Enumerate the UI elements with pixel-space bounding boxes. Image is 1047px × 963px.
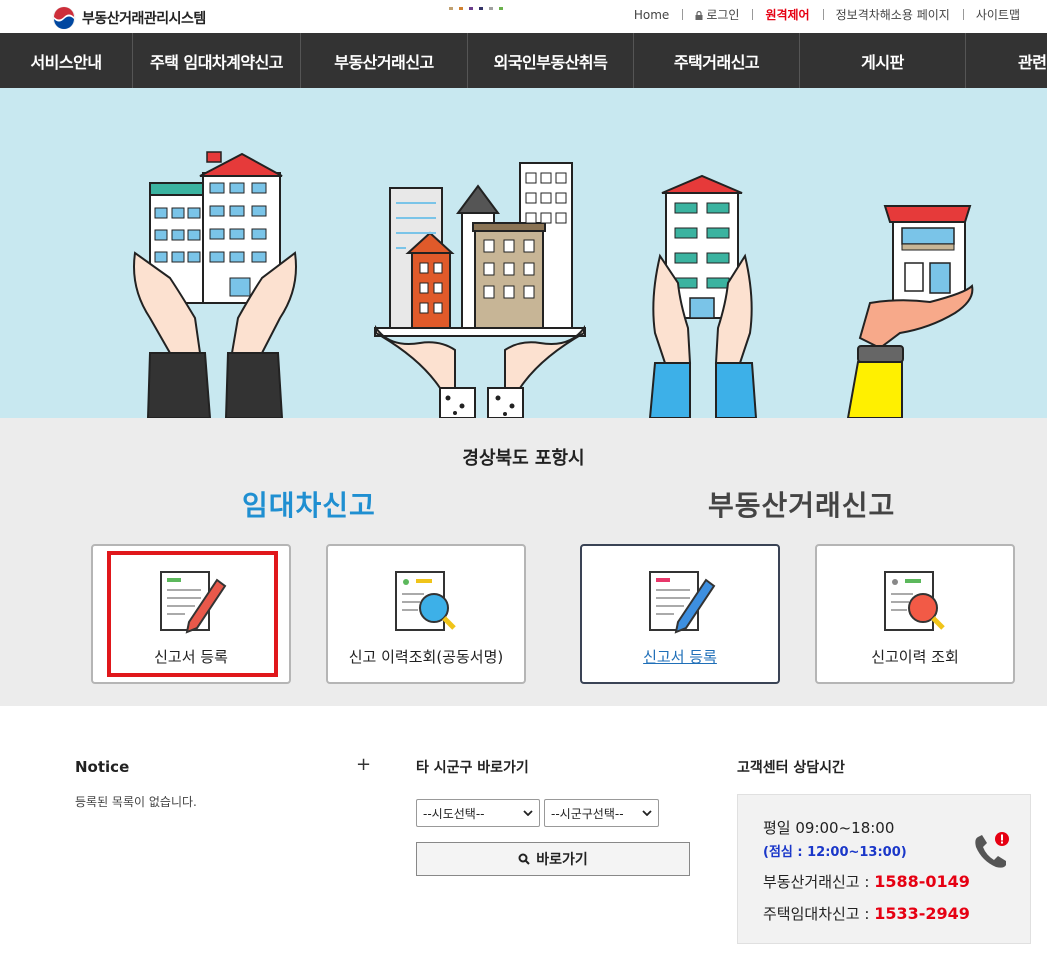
- trade-history-label: 신고이력 조회: [871, 648, 959, 666]
- notice-title: Notice: [75, 758, 130, 776]
- utility-links: Home 로그인 원격제어 정보격차해소용 페이지 사이트맵: [621, 6, 1033, 23]
- go-button-label: 바로가기: [536, 852, 588, 868]
- search-icon: [518, 853, 530, 865]
- go-button[interactable]: 바로가기: [416, 842, 690, 876]
- login-label: 로그인: [706, 8, 740, 22]
- document-search-icon: [884, 571, 945, 631]
- nav-related[interactable]: 관련: [966, 33, 1047, 88]
- color-dot: [489, 7, 493, 10]
- nav-foreigner-acquisition[interactable]: 외국인부동산취득: [468, 33, 634, 88]
- trade-section-title: 부동산거래신고: [708, 489, 896, 522]
- trade-history-card[interactable]: 신고이력 조회: [815, 544, 1015, 684]
- trade-register-card[interactable]: 신고서 등록: [580, 544, 780, 684]
- government-emblem-icon: [52, 6, 76, 30]
- sitemap-link[interactable]: 사이트맵: [962, 6, 1033, 23]
- region-title: 경상북도 포항시: [462, 448, 585, 469]
- color-dot: [479, 7, 483, 10]
- nav-realestate-report[interactable]: 부동산거래신고: [301, 33, 468, 88]
- sido-select-value: --시도선택--: [423, 806, 485, 821]
- trade-phone-number[interactable]: 1588-0149: [874, 872, 970, 891]
- lease-section-title: 임대차신고: [242, 489, 376, 522]
- lease-phone-line: 주택임대차신고 : 1533-2949: [763, 903, 970, 924]
- login-link[interactable]: 로그인: [682, 6, 752, 23]
- trade-phone-label: 부동산거래신고 :: [763, 873, 875, 891]
- hands-raising-building-illustration: [648, 174, 758, 418]
- lease-phone-label: 주택임대차신고 :: [763, 905, 875, 923]
- lock-icon: [695, 11, 703, 20]
- hands-apartment-illustration: [133, 151, 297, 418]
- phone-icon: [975, 832, 1009, 868]
- nav-housing-trade[interactable]: 주택거래신고: [634, 33, 800, 88]
- trade-phone-line: 부동산거래신고 : 1588-0149: [763, 871, 970, 892]
- home-link[interactable]: Home: [621, 8, 682, 22]
- notice-more-button[interactable]: +: [356, 754, 371, 775]
- sigungu-select[interactable]: --시군구선택--: [544, 799, 659, 827]
- color-dot: [459, 7, 463, 10]
- sigungu-select-value: --시군구선택--: [551, 806, 624, 821]
- hero-banner: [0, 88, 1047, 418]
- document-search-icon: [395, 571, 456, 631]
- document-pencil-icon: [160, 571, 227, 634]
- customer-center-box: 평일 09:00~18:00 (점심 : 12:00~13:00) 부동산거래신…: [737, 794, 1031, 944]
- main-nav: 서비스안내 주택 임대차계약신고 부동산거래신고 외국인부동산취득 주택거래신고…: [0, 33, 1047, 88]
- color-dot: [449, 7, 453, 10]
- lease-register-card[interactable]: 신고서 등록: [91, 544, 291, 684]
- color-dots: [449, 7, 503, 10]
- sido-select[interactable]: --시도선택--: [416, 799, 540, 827]
- color-dot: [499, 7, 503, 10]
- customer-center-title: 고객센터 상담시간: [737, 760, 845, 776]
- remote-control-link[interactable]: 원격제어: [752, 6, 822, 23]
- trade-register-label: 신고서 등록: [643, 648, 717, 666]
- lease-register-label: 신고서 등록: [154, 648, 228, 666]
- chevron-down-icon: [523, 810, 533, 816]
- jump-title: 타 시군구 바로가기: [416, 760, 529, 776]
- nav-service-info[interactable]: 서비스안내: [0, 33, 133, 88]
- lease-history-label: 신고 이력조회(공동서명): [348, 648, 504, 666]
- top-utility-bar: 부동산거래관리시스템 Home 로그인 원격제어 정보격차해소용 페이지 사이트…: [0, 0, 1047, 33]
- chevron-down-icon: [642, 810, 652, 816]
- notice-empty-text: 등록된 목록이 없습니다.: [75, 795, 197, 809]
- site-logo[interactable]: 부동산거래관리시스템: [52, 6, 206, 30]
- hand-small-house-illustration: [846, 205, 974, 418]
- nav-board[interactable]: 게시판: [800, 33, 966, 88]
- hands-city-illustration: [374, 162, 586, 418]
- logo-text: 부동산거래관리시스템: [82, 11, 206, 27]
- bottom-section: Notice + 등록된 목록이 없습니다. 타 시군구 바로가기 --시도선택…: [0, 706, 1047, 963]
- hands-holding-buildings-illustration: [133, 151, 974, 418]
- lunch-hours: (점심 : 12:00~13:00): [763, 845, 907, 860]
- accessibility-page-link[interactable]: 정보격차해소용 페이지: [822, 6, 963, 23]
- report-section: 경상북도 포항시 임대차신고 부동산거래신고 신고서 등록 신고 이력조회(공동…: [0, 418, 1047, 706]
- lease-phone-number[interactable]: 1533-2949: [874, 904, 970, 923]
- lease-history-card[interactable]: 신고 이력조회(공동서명): [326, 544, 526, 684]
- color-dot: [469, 7, 473, 10]
- nav-lease-report[interactable]: 주택 임대차계약신고: [133, 33, 301, 88]
- document-pencil-icon: [649, 571, 716, 634]
- weekday-hours: 평일 09:00~18:00: [763, 819, 895, 837]
